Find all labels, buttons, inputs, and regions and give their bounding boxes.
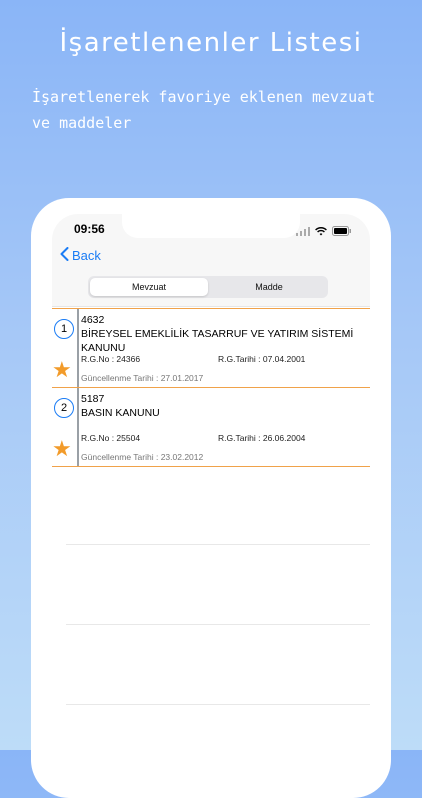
favorites-list: 1 ★ 4632 BİREYSEL EMEKLİLİK TASARRUF VE …	[52, 308, 370, 467]
item-main: 4632 BİREYSEL EMEKLİLİK TASARRUF VE YATI…	[81, 314, 361, 355]
item-rg-date: R.G.Tarihi : 26.06.2004	[218, 433, 306, 443]
segment-mevzuat[interactable]: Mevzuat	[90, 278, 208, 296]
star-icon[interactable]: ★	[52, 357, 72, 383]
empty-row-separator	[66, 544, 370, 545]
item-number: 5187	[81, 393, 105, 405]
item-title: BİREYSEL EMEKLİLİK TASARRUF VE YATIRIM S…	[81, 328, 354, 354]
battery-icon	[332, 223, 352, 241]
list-item[interactable]: 2 ★ 5187 BASIN KANUNU R.G.No : 25504 R.G…	[52, 388, 370, 467]
item-index: 1	[54, 319, 74, 339]
item-rg-no: R.G.No : 24366	[81, 354, 141, 364]
item-title: BASIN KANUNU	[81, 407, 160, 419]
star-icon[interactable]: ★	[52, 436, 72, 462]
chevron-left-icon	[60, 247, 69, 264]
segment-madde[interactable]: Madde	[210, 276, 328, 298]
item-number: 4632	[81, 314, 105, 326]
item-updated: Güncellenme Tarihi : 27.01.2017	[81, 373, 204, 383]
status-time: 09:56	[74, 222, 105, 236]
item-index: 2	[54, 398, 74, 418]
item-updated: Güncellenme Tarihi : 23.02.2012	[81, 452, 204, 462]
back-button[interactable]: Back	[60, 247, 101, 264]
item-rg-date: R.G.Tarihi : 07.04.2001	[218, 354, 306, 364]
notch	[122, 214, 300, 238]
wifi-icon	[315, 223, 327, 241]
navigation-bar: Back	[52, 242, 370, 272]
row-divider-line	[77, 309, 79, 387]
signal-icon	[296, 223, 310, 241]
app-screen: 09:56 Back Mevzuat Madde 1 ★ 4632 BİREYS…	[52, 214, 370, 774]
empty-row-separator	[66, 624, 370, 625]
promo-subtitle: İşaretlenerek favoriye eklenen mevzuat v…	[32, 88, 376, 132]
status-bar: 09:56	[52, 214, 370, 242]
promo-title: İşaretlenenler Listesi	[59, 28, 363, 58]
list-item[interactable]: 1 ★ 4632 BİREYSEL EMEKLİLİK TASARRUF VE …	[52, 308, 370, 388]
status-icons	[296, 223, 352, 241]
empty-row-separator	[66, 704, 370, 705]
item-rg-no: R.G.No : 25504	[81, 433, 141, 443]
back-label: Back	[72, 248, 101, 263]
row-divider-line	[77, 388, 79, 466]
segment-bar: Mevzuat Madde	[52, 272, 370, 307]
item-main: 5187 BASIN KANUNU	[81, 393, 361, 420]
segmented-control: Mevzuat Madde	[88, 276, 328, 298]
